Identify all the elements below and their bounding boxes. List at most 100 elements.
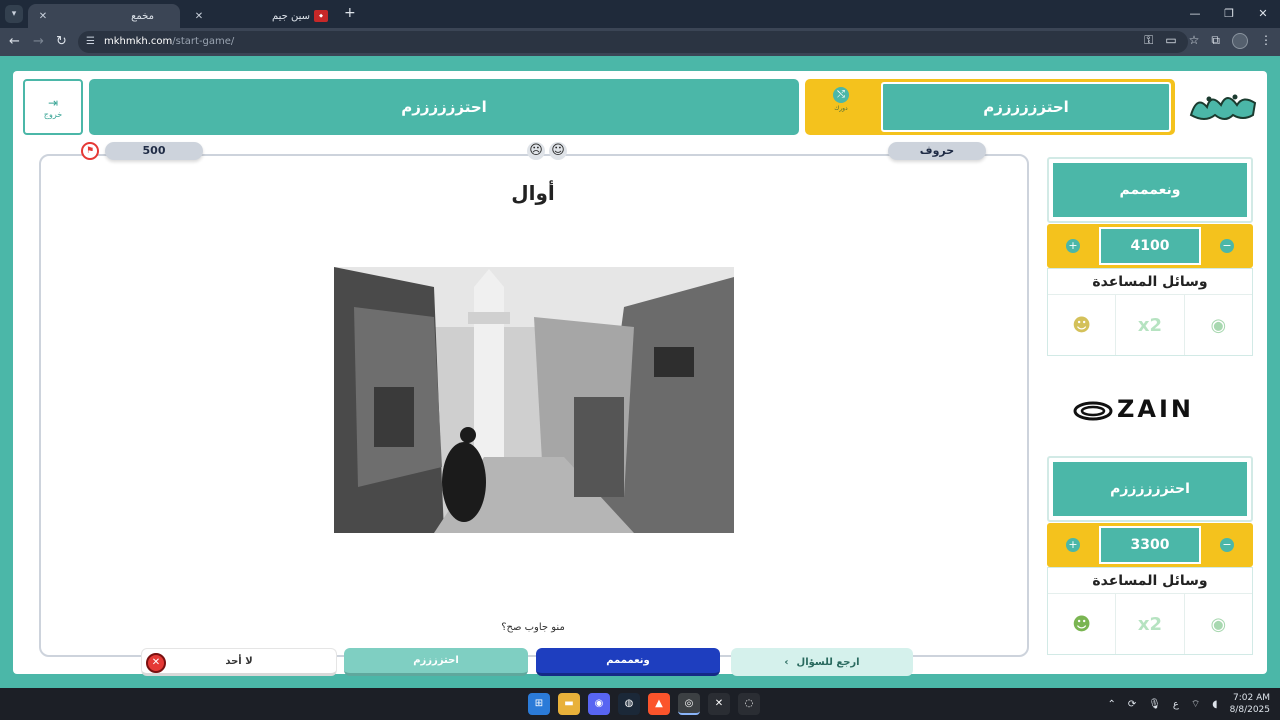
who-answered-prompt: منو جاوب صح؟ [501,622,565,633]
minimize-icon[interactable]: — [1178,0,1212,28]
team-banner: احتززززززم [89,79,799,135]
tab-mkhmkh[interactable]: مخمع ✕ [28,4,180,28]
volume-icon[interactable]: ◖ [1212,699,1217,710]
restore-icon[interactable]: ❐ [1212,0,1246,28]
call-friend-icon: ☻ [1072,613,1092,635]
sync-icon[interactable]: ⟳ [1128,699,1136,710]
tab-favicon-icon [158,10,172,22]
call-friend-icon: ☻ [1072,314,1092,336]
tab-search-icon[interactable]: ▾ [5,5,23,23]
team2-answer-button[interactable]: احتززززم [344,648,528,676]
back-icon[interactable]: ← [9,34,20,50]
sponsor-name: ZAIN [1117,395,1194,423]
clock-date: 8/8/2025 [1229,705,1270,715]
exit-icon: ⇥ [47,95,59,110]
site-info-icon[interactable]: ☰ [86,31,95,53]
help-call-friend[interactable]: ☻ [1048,295,1115,355]
help-timer[interactable]: ◉ [1183,594,1252,654]
exit-label: خروج [43,109,63,119]
sad-face-icon[interactable]: ☹ [527,142,545,160]
chevron-up-icon[interactable]: ⌃ [1107,699,1115,710]
double-points-icon: x2 [1137,613,1163,635]
close-window-icon[interactable]: ✕ [1246,0,1280,28]
turn-indicator: ⤭ دورك [831,87,851,112]
plus-icon[interactable]: + [1066,538,1080,552]
new-tab-icon[interactable]: + [344,5,356,21]
close-circle-icon: ✕ [146,653,166,673]
turn-swap-icon[interactable]: ⤭ [833,87,849,103]
help-call-friend[interactable]: ☻ [1048,594,1115,654]
reload-icon[interactable]: ↻ [56,34,67,50]
file-explorer-icon[interactable]: ▬ [558,693,580,715]
input-language[interactable]: ع [1173,699,1179,710]
team2-name-card: احتززززززم [1047,456,1253,522]
tab-title: سين جيم [271,10,310,22]
team1-score-bar: + 4100 − [1047,224,1253,268]
system-tray: ⌃ ⟳ 🎙 ع ⌔ ◖ 7:02 AM 8/8/2025 [1107,688,1270,720]
forward-icon[interactable]: → [33,34,44,50]
start-icon[interactable]: ⊞ [528,693,550,715]
report-flag-icon[interactable]: ⚑ [81,142,99,160]
team2-score-bar: + 3300 − [1047,523,1253,567]
window-controls: — ❐ ✕ [1178,0,1280,28]
tab-title: مخمع [131,10,154,22]
address-bar[interactable]: ☰ mkhmkh.com/start-game/ [78,31,1188,53]
wifi-icon[interactable]: ⌔ [1191,698,1200,711]
cast-icon[interactable]: ▭ [1165,33,1176,49]
help-double[interactable]: x2 [1115,594,1183,654]
no-one-label: لا أحد [225,655,253,667]
help-timer[interactable]: ◉ [1183,295,1252,355]
plus-icon[interactable]: + [1066,239,1080,253]
question-title: أوال [511,181,555,205]
team1-name-card: ونعمممم [1047,157,1253,223]
terminal-icon[interactable]: ✕ [708,693,730,715]
minus-icon[interactable]: − [1220,239,1234,253]
password-key-icon[interactable]: ⚿ [1144,33,1153,49]
happy-face-icon[interactable]: ☺ [549,142,567,160]
game-board: ⇥ خروج احتززززززم ⤭ دورك احتززززززم ⚑ 50… [13,71,1267,676]
no-one-button[interactable]: ✕ لا أحد [141,648,337,676]
close-tab-icon[interactable]: ✕ [192,11,206,22]
zain-logo: ZAIN [1073,391,1233,431]
extensions-icon[interactable]: ⧉ [1211,33,1220,49]
back-to-question-button[interactable]: ‹ ارجع للسؤال [731,648,913,676]
url-path: /start-game/ [172,36,235,47]
tab-favicon-icon: ◆ [314,10,328,22]
turn-label: دورك [834,105,848,112]
helps-title: وسائل المساعدة [1048,568,1252,594]
helps-title: وسائل المساعدة [1048,269,1252,295]
team2-name: احتززززززم [1053,462,1247,516]
question-category: حروف [888,142,986,160]
clock-time: 7:02 AM [1233,693,1270,703]
team2-score: 3300 [1099,526,1201,564]
app-icon[interactable]: ◌ [738,693,760,715]
taskbar: ⊞ ▬ ◉ ◍ ▲ ◎ ✕ ◌ ⌃ ⟳ 🎙 ع ⌔ ◖ 7:02 AM 8/8/… [0,688,1280,720]
exit-button[interactable]: ⇥ خروج [23,79,83,135]
reaction-buttons: ☹ ☺ [527,142,567,160]
current-turn-box: ⤭ دورك احتززززززم [805,79,1175,135]
back-label: ارجع للسؤال [796,656,860,668]
chrome-icon[interactable]: ◎ [678,693,700,715]
double-points-icon: x2 [1137,314,1163,336]
microphone-icon[interactable]: 🎙 [1148,699,1161,710]
tab-seen-jeem[interactable]: ◆ سين جيم ✕ [184,4,336,28]
brave-icon[interactable]: ▲ [648,693,670,715]
team1-answer-button[interactable]: ونعمممم [536,648,720,676]
help-double[interactable]: x2 [1115,295,1183,355]
clock[interactable]: 7:02 AM 8/8/2025 [1230,692,1270,716]
turn-team-name: احتززززززم [881,82,1171,132]
profile-avatar[interactable] [1232,33,1248,49]
discord-icon[interactable]: ◉ [588,693,610,715]
mkhmkh-logo [1189,94,1257,120]
steam-icon[interactable]: ◍ [618,693,640,715]
url-host: mkhmkh.com [104,36,173,47]
timer-icon: ◉ [1210,613,1227,635]
team1-helps: وسائل المساعدة ☻ x2 ◉ [1047,268,1253,356]
browser-toolbar: ← → ↻ ☰ mkhmkh.com/start-game/ ⚿ ▭ ☆ ⧉ ⋮ [0,28,1280,56]
more-menu-icon[interactable]: ⋮ [1260,33,1272,49]
close-tab-icon[interactable]: ✕ [36,11,50,22]
minus-icon[interactable]: − [1220,538,1234,552]
team1-name: ونعمممم [1053,163,1247,217]
taskbar-apps: ⊞ ▬ ◉ ◍ ▲ ◎ ✕ ◌ [528,693,760,715]
bookmark-star-icon[interactable]: ☆ [1189,33,1200,49]
